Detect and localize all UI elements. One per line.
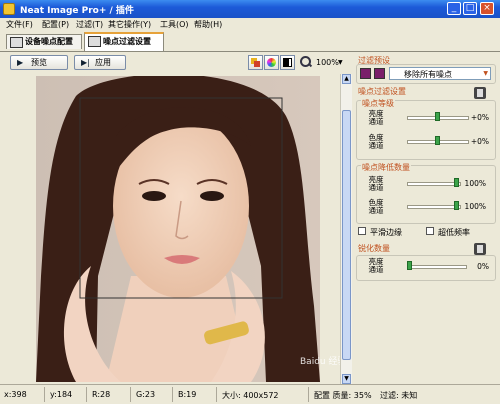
status-profile-quality: 配置 质量: 35%	[314, 391, 372, 400]
trash-icon[interactable]	[474, 87, 486, 99]
reduction-luma-value: 100%	[464, 179, 486, 188]
status-x: x:398	[4, 390, 27, 399]
reduction-chroma-slider[interactable]	[407, 200, 461, 212]
filter-settings-panel: 过滤预设 移除所有噪点 ▼ 噪点过滤设置 噪点等级 亮度 通道 +0% 色度 通道 …	[356, 52, 496, 384]
noise-level-chroma-value: +0%	[470, 137, 489, 146]
status-g: G:23	[136, 390, 156, 399]
menu-file[interactable]: 文件(F)	[6, 19, 33, 30]
menu-help[interactable]: 帮助(H)	[194, 19, 222, 30]
image-viewport[interactable]: Baidu 经验	[0, 74, 346, 384]
settings-icon	[88, 36, 101, 47]
tab-noise-filter-settings[interactable]: 噪点过滤设置	[84, 32, 164, 51]
noise-level-header: 噪点等级	[361, 98, 395, 109]
status-y: y:184	[50, 390, 73, 399]
status-b: B:19	[178, 390, 197, 399]
color-wheel-icon[interactable]	[264, 55, 279, 70]
status-filter: 过滤: 未知	[380, 391, 418, 400]
status-bar: x:398 y:184 R:28 G:23 B:19 大小: 400x572 配…	[0, 384, 500, 404]
title-bar: Neat Image Pro+ / 插件 _ □ ×	[0, 0, 500, 18]
ultra-low-freq-checkbox[interactable]	[426, 227, 434, 235]
apply-icon: ▶|	[81, 58, 90, 67]
tab-label: 噪点过滤设置	[103, 37, 151, 46]
noise-level-chroma-slider[interactable]	[407, 135, 469, 147]
noise-level-group: 噪点等级 亮度 通道 +0% 色度 通道 +0%	[356, 98, 496, 160]
zoom-icon[interactable]	[300, 56, 313, 68]
noise-level-chroma-label: 色度 通道	[368, 133, 384, 150]
preset-select[interactable]: 移除所有噪点 ▼	[389, 67, 491, 80]
sharpen-group: 亮度 通道 0%	[356, 255, 496, 281]
scroll-down-arrow[interactable]: ▼	[342, 374, 351, 384]
status-image-size: 大小: 400x572	[222, 391, 279, 400]
window-title: Neat Image Pro+ / 插件	[20, 6, 134, 16]
minimize-button[interactable]: _	[447, 2, 461, 15]
vertical-scrollbar[interactable]: ▲ ▼	[340, 74, 352, 384]
portrait-image	[36, 76, 320, 382]
menu-other[interactable]: 其它操作(Y)	[108, 19, 151, 30]
zoom-dropdown-arrow[interactable]: ▼	[338, 59, 343, 66]
camera-icon	[10, 37, 23, 48]
menu-tools[interactable]: 工具(O)	[160, 19, 189, 30]
noise-level-luma-value: +0%	[470, 113, 489, 122]
noise-reduction-group: 噪点降低数量 亮度 通道 100% 色度 通道 100%	[356, 162, 496, 224]
status-r: R:28	[92, 390, 111, 399]
menu-profile[interactable]: 配置(P)	[42, 19, 69, 30]
sharpen-luma-label: 亮度 通道	[368, 257, 384, 274]
apply-button[interactable]: ▶| 应用	[74, 55, 126, 70]
sharpen-header: 锐化数量	[358, 244, 390, 253]
tab-label: 设备噪点配置	[25, 37, 73, 46]
play-icon: ▶	[17, 58, 24, 67]
sharpen-luma-value: 0%	[477, 262, 489, 271]
tab-bar: 设备噪点配置 噪点过滤设置	[0, 31, 500, 52]
smooth-edges-label: 平滑边缘	[370, 228, 402, 237]
preview-button[interactable]: ▶ 预览	[10, 55, 68, 70]
noise-level-luma-slider[interactable]	[407, 111, 469, 123]
menu-bar: 文件(F) 配置(P) 过滤(T) 其它操作(Y) 工具(O) 帮助(H)	[0, 18, 500, 31]
reduction-luma-slider[interactable]	[407, 177, 461, 189]
reduction-chroma-label: 色度 通道	[368, 198, 384, 215]
save-preset-icon[interactable]	[360, 68, 371, 79]
noise-filter-header: 噪点过滤设置	[358, 87, 406, 96]
smooth-edges-checkbox[interactable]	[358, 227, 366, 235]
compare-icon[interactable]	[280, 55, 295, 70]
photo-preview	[36, 76, 320, 382]
toolbar: ▶ 预览 ▶| 应用 100% ▼	[0, 52, 343, 74]
preset-select-value: 移除所有噪点	[404, 70, 452, 79]
noise-level-luma-label: 亮度 通道	[368, 109, 384, 126]
reduction-luma-label: 亮度 通道	[368, 175, 384, 192]
sharpen-luma-slider[interactable]	[407, 260, 467, 272]
app-icon	[3, 3, 15, 15]
tab-device-noise-profile[interactable]: 设备噪点配置	[6, 34, 82, 49]
chevron-down-icon: ▼	[483, 70, 488, 77]
reduction-header: 噪点降低数量	[361, 162, 411, 173]
sharpen-trash-icon[interactable]	[474, 243, 486, 255]
layers-icon[interactable]	[248, 55, 263, 70]
ultra-low-freq-label: 超低频率	[438, 228, 470, 237]
close-button[interactable]: ×	[480, 2, 494, 15]
scroll-up-arrow[interactable]: ▲	[342, 74, 351, 84]
zoom-level: 100%	[316, 58, 339, 67]
reduction-chroma-value: 100%	[464, 202, 486, 211]
presets-group: 移除所有噪点 ▼	[356, 64, 496, 84]
menu-filter[interactable]: 过滤(T)	[76, 19, 103, 30]
load-preset-icon[interactable]	[374, 68, 385, 79]
maximize-button[interactable]: □	[463, 2, 477, 15]
scroll-thumb[interactable]	[342, 110, 351, 360]
